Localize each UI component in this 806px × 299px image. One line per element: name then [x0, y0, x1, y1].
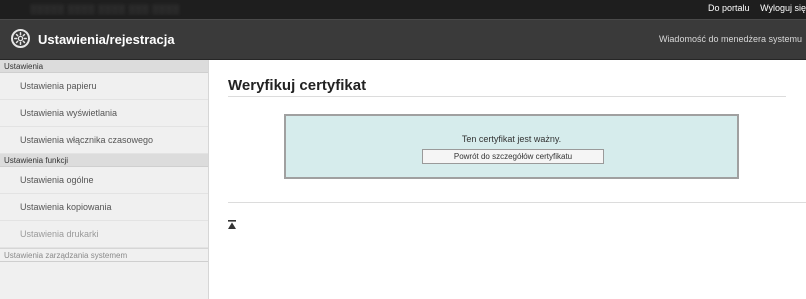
sidebar-section-settings: Ustawienia [0, 60, 208, 73]
sidebar-item-timer-settings[interactable]: Ustawienia włącznika czasowego [0, 127, 208, 154]
bottom-divider [228, 202, 806, 203]
sidebar-item-paper-settings[interactable]: Ustawienia papieru [0, 73, 208, 100]
sidebar-item-general-settings[interactable]: Ustawienia ogólne [0, 167, 208, 194]
page-title: Weryfikuj certyfikat [228, 77, 367, 94]
certificate-status-text: Ten certyfikat jest ważny. [461, 134, 562, 144]
back-to-certificate-details-button[interactable]: Powrót do szczegółów certyfikatu [422, 149, 604, 164]
settings-gear-icon [11, 29, 30, 48]
portal-link[interactable]: Do portalu [708, 3, 750, 13]
main-content: Weryfikuj certyfikat Ten certyfikat jest… [210, 60, 806, 299]
sidebar-item-printer-settings[interactable]: Ustawienia drukarki [0, 221, 208, 248]
sidebar: Ustawienia Ustawienia papieru Ustawienia… [0, 60, 209, 299]
header: Ustawienia/rejestracja Wiadomość do mene… [0, 19, 806, 60]
app-title: Ustawienia/rejestracja [38, 32, 175, 47]
sidebar-item-display-settings[interactable]: Ustawienia wyświetlania [0, 100, 208, 127]
title-divider [228, 96, 786, 97]
sidebar-section-function-settings: Ustawienia funkcji [0, 154, 208, 167]
logout-link[interactable]: Wyloguj się [760, 3, 806, 13]
device-name: ░░░░░ ░░░░ ░░░░ ░░░ ░░░░ [30, 4, 180, 14]
message-to-admin-link[interactable]: Wiadomość do menedżera systemu [659, 34, 802, 44]
top-links: Do portalu Wyloguj się [700, 3, 806, 13]
top-bar: ░░░░░ ░░░░ ░░░░ ░░░ ░░░░ Do portalu Wylo… [0, 0, 806, 19]
scroll-to-top-icon[interactable] [228, 217, 236, 229]
sidebar-item-copy-settings[interactable]: Ustawienia kopiowania [0, 194, 208, 221]
sidebar-section-system-management[interactable]: Ustawienia zarządzania systemem [0, 248, 208, 262]
certificate-status-panel: Ten certyfikat jest ważny. Powrót do szc… [284, 114, 739, 179]
